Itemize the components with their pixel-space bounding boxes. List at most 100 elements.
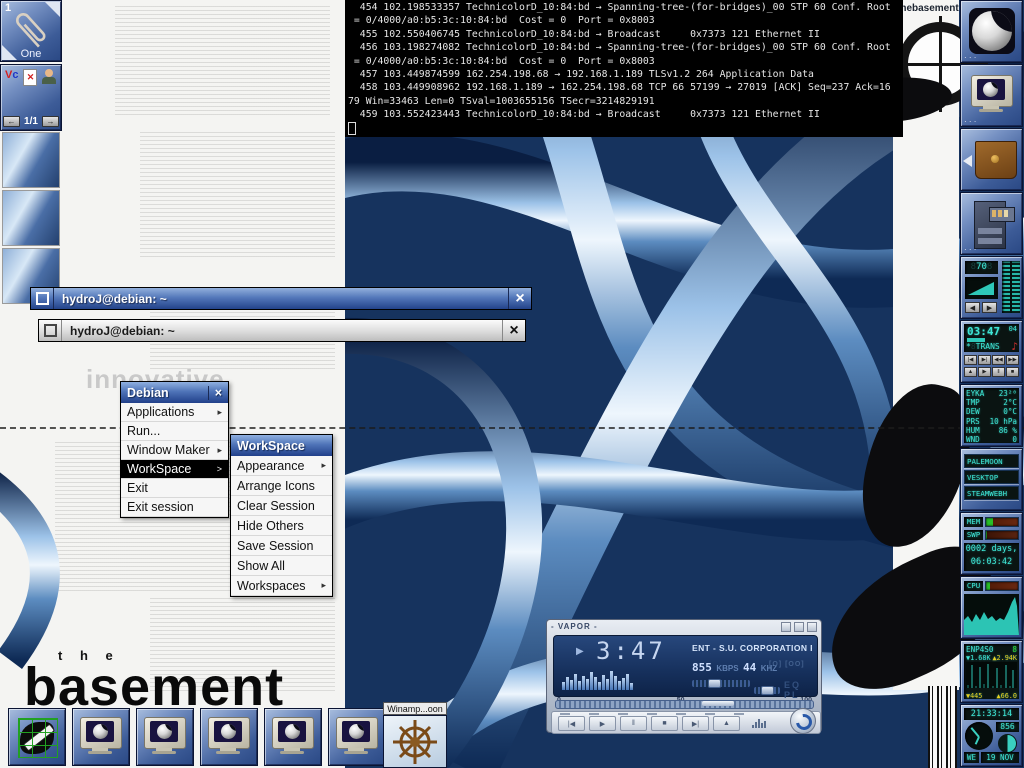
menu-item-workspaces[interactable]: Workspaces▸ [231,576,332,596]
window-title[interactable]: hydroJ@debian: ~ [62,320,502,341]
mixer-prev-button[interactable]: ◀ [965,302,980,313]
previous-button[interactable]: |◀ [558,716,585,731]
pager-next-button[interactable]: → [42,116,59,127]
dock-tile-gnustep[interactable] [960,0,1023,63]
launcher-vesktop-button[interactable]: VESKTOP [964,470,1019,484]
volume-wedge[interactable] [965,277,998,299]
workspace-submenu-title: WorkSpace [237,439,305,453]
wallpaper-basement-text: basement [24,660,284,714]
bottomdock-tile-terminal-1[interactable] [72,708,130,766]
cd-play-button[interactable]: ▶ [978,367,991,377]
eject-button[interactable]: ▲ [713,716,740,731]
note-icon: ♪ [1011,340,1018,353]
seek-bar[interactable]: 0 50 100 [553,697,816,709]
error-document-icon[interactable]: ✕ [23,69,37,86]
launcher-palemoon-button[interactable]: PALEMOON [964,454,1019,468]
close-button[interactable]: × [508,288,531,309]
user-avatar-icon[interactable] [42,69,56,84]
cd-rewind-button[interactable]: ◀◀ [992,355,1005,365]
workspace-submenu-titlebar[interactable]: WorkSpace [231,435,332,456]
crt-monitor-icon [336,717,378,755]
next-button[interactable]: ▶| [682,716,709,731]
winamp-player[interactable]: - VAPOR - ▶ 3:47 ENT - S.U. CORPORATION … [546,619,822,733]
miniaturize-button[interactable] [31,288,54,309]
dock-tile-memory-monitor[interactable]: MEM SWP 0002 days, 06:03:42 [960,512,1023,575]
pager-previous-button[interactable]: ← [3,116,20,127]
terminal-line: 459 103.552423443 TechnicolorD_10:84:bd … [348,108,903,121]
root-menu: Debian× Applications▸ Run... Window Make… [120,381,229,518]
vapor-logo-knob[interactable] [790,708,816,734]
cd-forward-button[interactable]: ▶▶ [1006,355,1019,365]
dock-tile-network-monitor[interactable]: ENP4S0 8 ▼1.68K ▲2.94K ▼445 ▲66.0 [960,640,1023,703]
root-menu-close-icon[interactable]: × [208,386,222,400]
volume-thumb[interactable] [708,679,721,688]
menu-item-hide-others[interactable]: Hide Others [231,516,332,536]
bottomdock-tile-terminal-2[interactable] [136,708,194,766]
submenu-arrow-icon: ▸ [217,445,222,456]
menu-item-show-all[interactable]: Show All [231,556,332,576]
bottomdock-tile-terminal-4[interactable] [264,708,322,766]
winamp-close-button[interactable] [807,622,817,632]
stop-button[interactable]: ■ [651,716,678,731]
balance-slider[interactable] [754,687,780,694]
mixer-value-display: 8708 [965,261,998,274]
menu-item-window-maker[interactable]: Window Maker▸ [121,441,228,460]
workspace-clip[interactable]: 1 One [0,0,62,62]
root-menu-titlebar[interactable]: Debian× [121,382,228,403]
bottomdock-tile-terminal-5[interactable] [328,708,386,766]
play-button[interactable]: ▶ [589,716,616,731]
analog-clock [965,722,993,750]
menu-item-save-session[interactable]: Save Session [231,536,332,556]
menu-item-label: Hide Others [237,519,304,533]
cd-prev-button[interactable]: |◀ [964,355,977,365]
pause-button[interactable]: ‖ [620,716,647,731]
drawer-icon [975,141,1017,179]
winamp-minimize-button[interactable] [781,622,791,632]
dock-tile-mixer[interactable]: 8708 ◀ ▶ [960,256,1023,319]
menu-item-clear-session[interactable]: Clear Session [231,496,332,516]
vc-app-icon[interactable]: Vc [5,69,18,81]
terminal-window[interactable]: 454 102.198533357 TechnicolorD_10:84:bd … [345,0,903,137]
dock-tile-cd-player[interactable]: 03:47 04 *8TRANS ♪ |◀ ▶| ◀◀ ▶▶ ▲ ▶ ‖ ■ [960,320,1023,383]
winamp-miniwindow-label: Winamp...oon [383,702,447,715]
winamp-shade-button[interactable] [794,622,804,632]
dock-tile-file-cabinet[interactable] [960,192,1023,255]
menu-item-run[interactable]: Run... [121,422,228,441]
cd-next-button[interactable]: ▶| [978,355,991,365]
menu-item-exit[interactable]: Exit [121,479,228,498]
terminal-line: 454 102.198533357 TechnicolorD_10:84:bd … [348,1,903,14]
winamp-miniwindow-icon[interactable] [383,715,447,768]
bottomdock-tile-tool[interactable] [8,708,66,766]
winamp-display: ▶ 3:47 ENT - S.U. CORPORATION PROUDLY 85… [553,635,818,697]
gnustep-sphere-icon [972,11,1012,51]
menu-item-exit-session[interactable]: Exit session [121,498,228,517]
titlebar-terminal-focused[interactable]: hydroJ@debian: ~ × [30,287,532,310]
miniaturize-button[interactable] [39,320,62,341]
menu-item-workspace-selected[interactable]: WorkSpace> [121,460,228,479]
drawer-arrow-icon[interactable] [963,155,972,167]
dock-tile-clock[interactable]: 21:33:14 856 WE 19 NOV [960,704,1023,767]
weekday-display: WE [964,752,979,763]
cd-pause-button[interactable]: ‖ [992,367,1005,377]
titlebar-terminal-unfocused[interactable]: hydroJ@debian: ~ × [38,319,526,342]
dock-tile-drawer[interactable] [960,128,1023,191]
window-title[interactable]: hydroJ@debian: ~ [54,288,508,309]
menu-item-arrange-icons[interactable]: Arrange Icons [231,476,332,496]
menu-item-appearance[interactable]: Appearance▸ [231,456,332,476]
dock-tile-terminal-monitor[interactable] [960,64,1023,127]
seek-thumb[interactable] [702,701,734,706]
mixer-next-button[interactable]: ▶ [982,302,997,313]
cd-eject-button[interactable]: ▲ [964,367,977,377]
launcher-steamwebhelper-button[interactable]: STEAMWEBH [964,486,1019,500]
menu-item-applications[interactable]: Applications▸ [121,403,228,422]
balance-thumb[interactable] [761,686,774,695]
counter-display: 856 [996,722,1019,732]
volume-slider[interactable] [692,680,750,687]
close-button[interactable]: × [502,320,525,341]
dock-tile-weather[interactable]: EYKA23²⁰ TMP2°C DEW0°C PRS10 hPa HUM86 %… [960,384,1023,447]
cd-stop-button[interactable]: ■ [1006,367,1019,377]
menu-item-label: Exit [127,481,148,495]
bottomdock-tile-terminal-3[interactable] [200,708,258,766]
winamp-titlebar[interactable]: - VAPOR - [547,620,821,633]
dock-tile-cpu-monitor[interactable]: CPU [960,576,1023,639]
